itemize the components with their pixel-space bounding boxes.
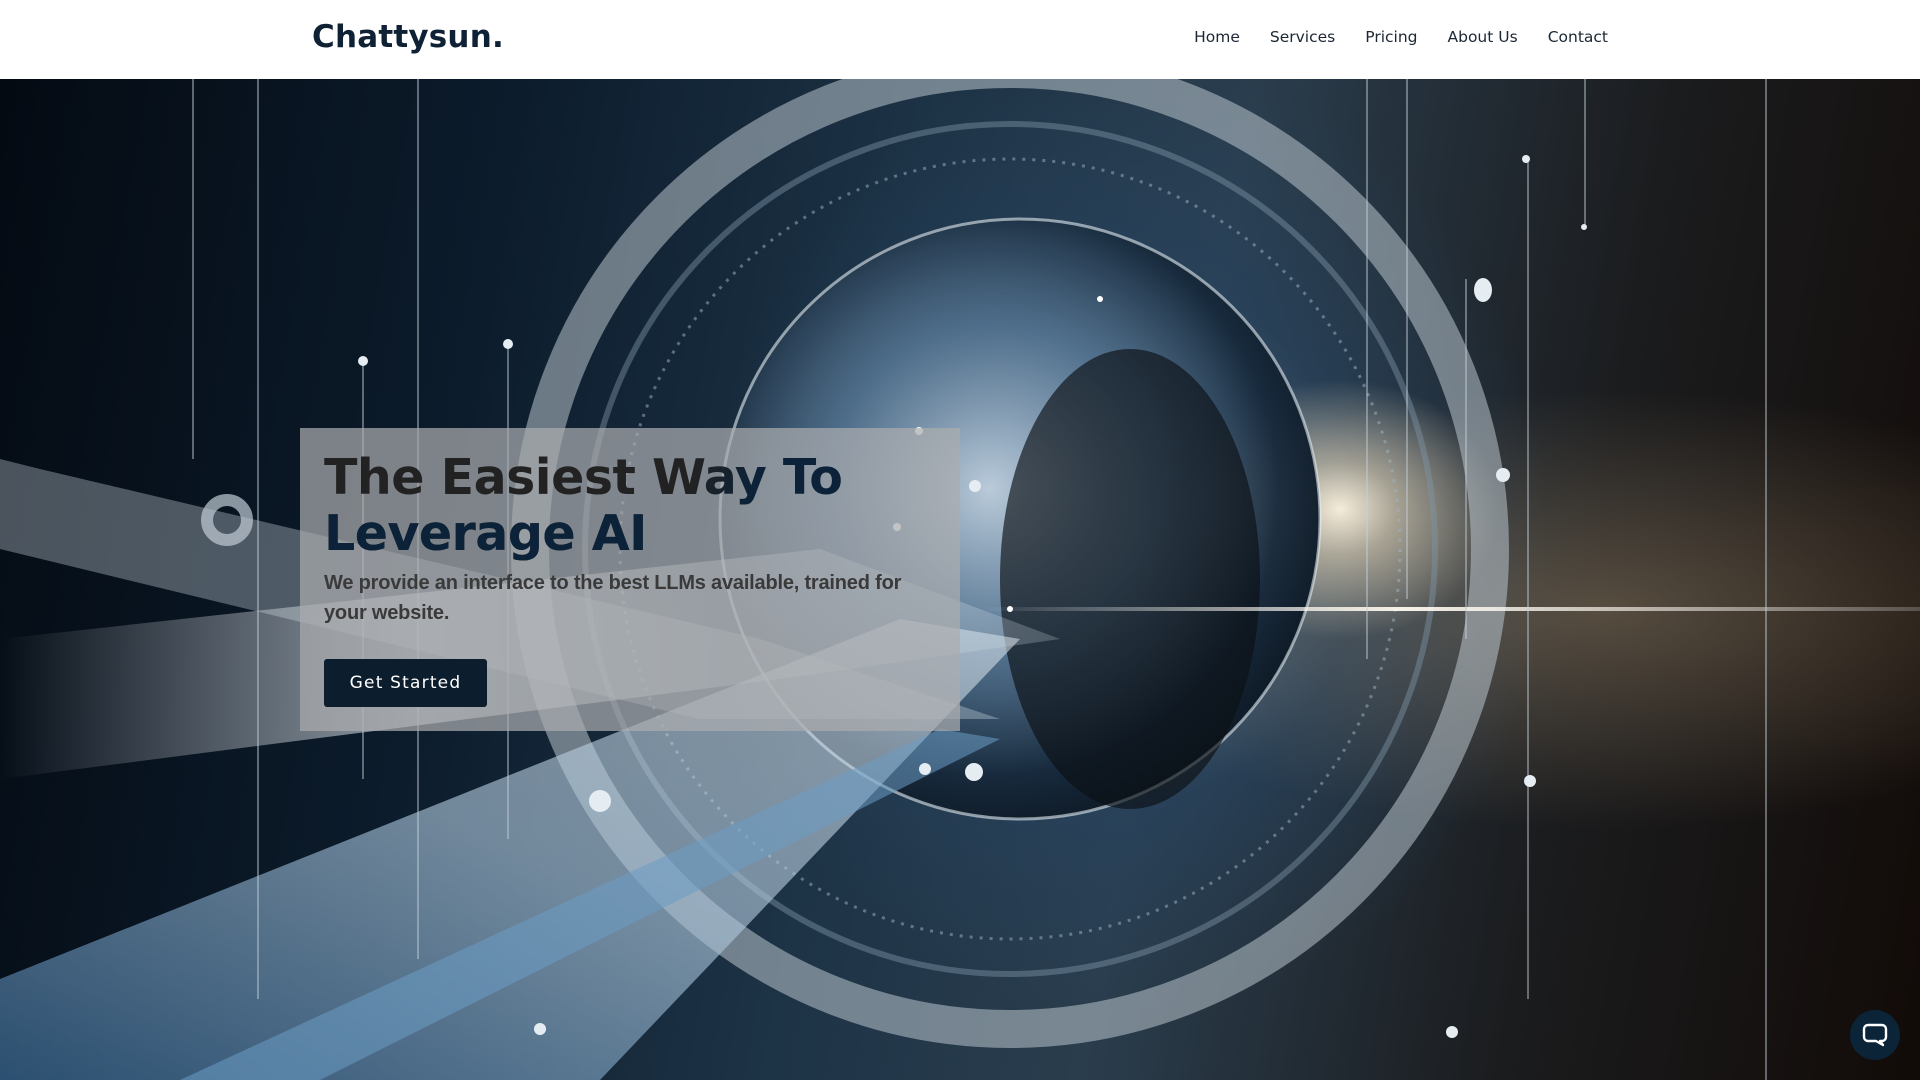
- hero-section: The Easiest Way To Leverage AI We provid…: [0, 79, 1920, 1080]
- nav-home[interactable]: Home: [1194, 28, 1240, 46]
- nav-about-us[interactable]: About Us: [1448, 28, 1518, 46]
- hero-title: The Easiest Way To Leverage AI: [324, 450, 944, 562]
- chat-bubble-icon: [1862, 1023, 1888, 1047]
- lens-dark-pupil: [1000, 349, 1260, 809]
- hero-title-line2: Leverage AI: [324, 505, 647, 562]
- hero-background-image: [0, 79, 1920, 1080]
- nav-services[interactable]: Services: [1270, 28, 1335, 46]
- get-started-button[interactable]: Get Started: [324, 659, 487, 707]
- lens-flare: [980, 607, 1920, 611]
- hero-title-line1: The Easiest Way To: [324, 449, 843, 506]
- hero-subtitle: We provide an interface to the best LLMs…: [324, 572, 902, 624]
- nav-contact[interactable]: Contact: [1548, 28, 1608, 46]
- nav-pricing[interactable]: Pricing: [1365, 28, 1417, 46]
- site-header: Chattysun. Home Services Pricing About U…: [0, 0, 1920, 79]
- main-nav: Home Services Pricing About Us Contact: [1194, 28, 1608, 46]
- chat-launcher-button[interactable]: [1850, 1010, 1900, 1060]
- hero-card: The Easiest Way To Leverage AI We provid…: [300, 428, 960, 731]
- brand-logo[interactable]: Chattysun.: [312, 19, 504, 55]
